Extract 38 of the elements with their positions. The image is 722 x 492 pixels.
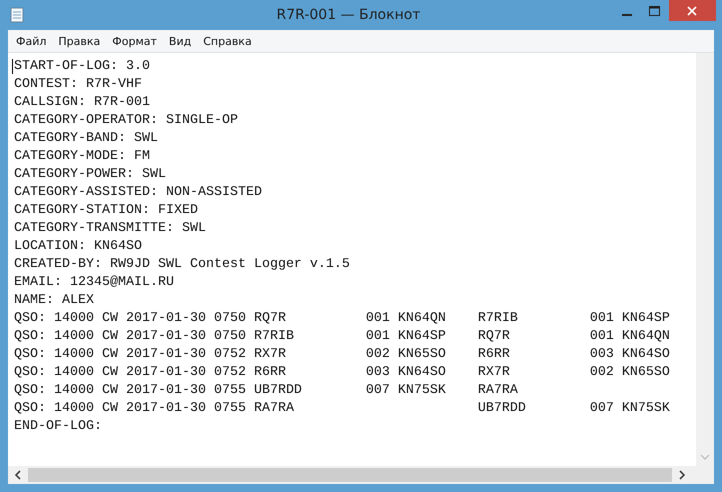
text-line: CATEGORY-MODE: FM: [14, 148, 150, 166]
vertical-scrollbar[interactable]: [696, 53, 714, 466]
text-line: END-OF-LOG:: [14, 418, 102, 436]
menu-item[interactable]: Формат: [106, 34, 163, 48]
text-cursor: [12, 59, 13, 74]
close-button[interactable]: [668, 0, 716, 21]
text-line: QSO: 14000 CW 2017-01-30 0750 RQ7R 001 KN64QN R7RIB 001 KN64SP: [14, 310, 670, 328]
text-line: CALLSIGN: R7R-001: [14, 94, 150, 112]
window-title: R7R-001 — Блокнот: [276, 7, 420, 23]
text-line: CATEGORY-POWER: SWL: [14, 166, 166, 184]
horizontal-scrollbar[interactable]: [8, 466, 714, 484]
text-line: EMAIL: 12345@MAIL.RU: [14, 274, 174, 292]
scroll-right-icon[interactable]: [678, 470, 686, 480]
minimize-icon: [622, 14, 632, 16]
text-line: CONTEST: R7R-VHF: [14, 76, 142, 94]
maximize-icon: [649, 6, 660, 16]
text-line: CATEGORY-BAND: SWL: [14, 130, 158, 148]
scroll-left-icon[interactable]: [14, 470, 22, 480]
text-line: NAME: ALEX: [14, 292, 94, 310]
text-line: QSO: 14000 CW 2017-01-30 0755 UB7RDD 007 KN75SK RA7RA: [14, 382, 518, 400]
menu-item[interactable]: Вид: [162, 34, 198, 48]
text-line: CATEGORY-TRANSMITTE: SWL: [14, 220, 206, 238]
text-line: CREATED-BY: RW9JD SWL Contest Logger v.1.5: [14, 256, 350, 274]
menu-item[interactable]: Справка: [197, 34, 258, 48]
text-line: QSO: 14000 CW 2017-01-30 0752 R6RR 003 KN64SO RX7R 002 KN65SO: [14, 364, 670, 382]
text-line: QSO: 14000 CW 2017-01-30 0752 RX7R 002 KN65SO R6RR 003 KN64SO: [14, 346, 670, 364]
notepad-icon: [10, 7, 24, 23]
text-line: CATEGORY-ASSISTED: NON-ASSISTED: [14, 184, 262, 202]
scrollbar-thumb[interactable]: [28, 468, 672, 482]
menu-item[interactable]: Правка: [52, 34, 106, 48]
text-line: START-OF-LOG: 3.0: [14, 58, 150, 76]
close-icon: [687, 6, 698, 16]
text-line: QSO: 14000 CW 2017-01-30 0750 R7RIB 001 KN64SP RQ7R 001 KN64QN: [14, 328, 670, 346]
text-line: CATEGORY-STATION: FIXED: [14, 202, 198, 220]
text-line: CATEGORY-OPERATOR: SINGLE-OP: [14, 112, 238, 130]
text-line: QSO: 14000 CW 2017-01-30 0755 RA7RA UB7RDD 007 KN75SK: [14, 400, 670, 418]
menu-item[interactable]: Файл: [10, 34, 52, 48]
text-line: LOCATION: KN64SO: [14, 238, 142, 256]
